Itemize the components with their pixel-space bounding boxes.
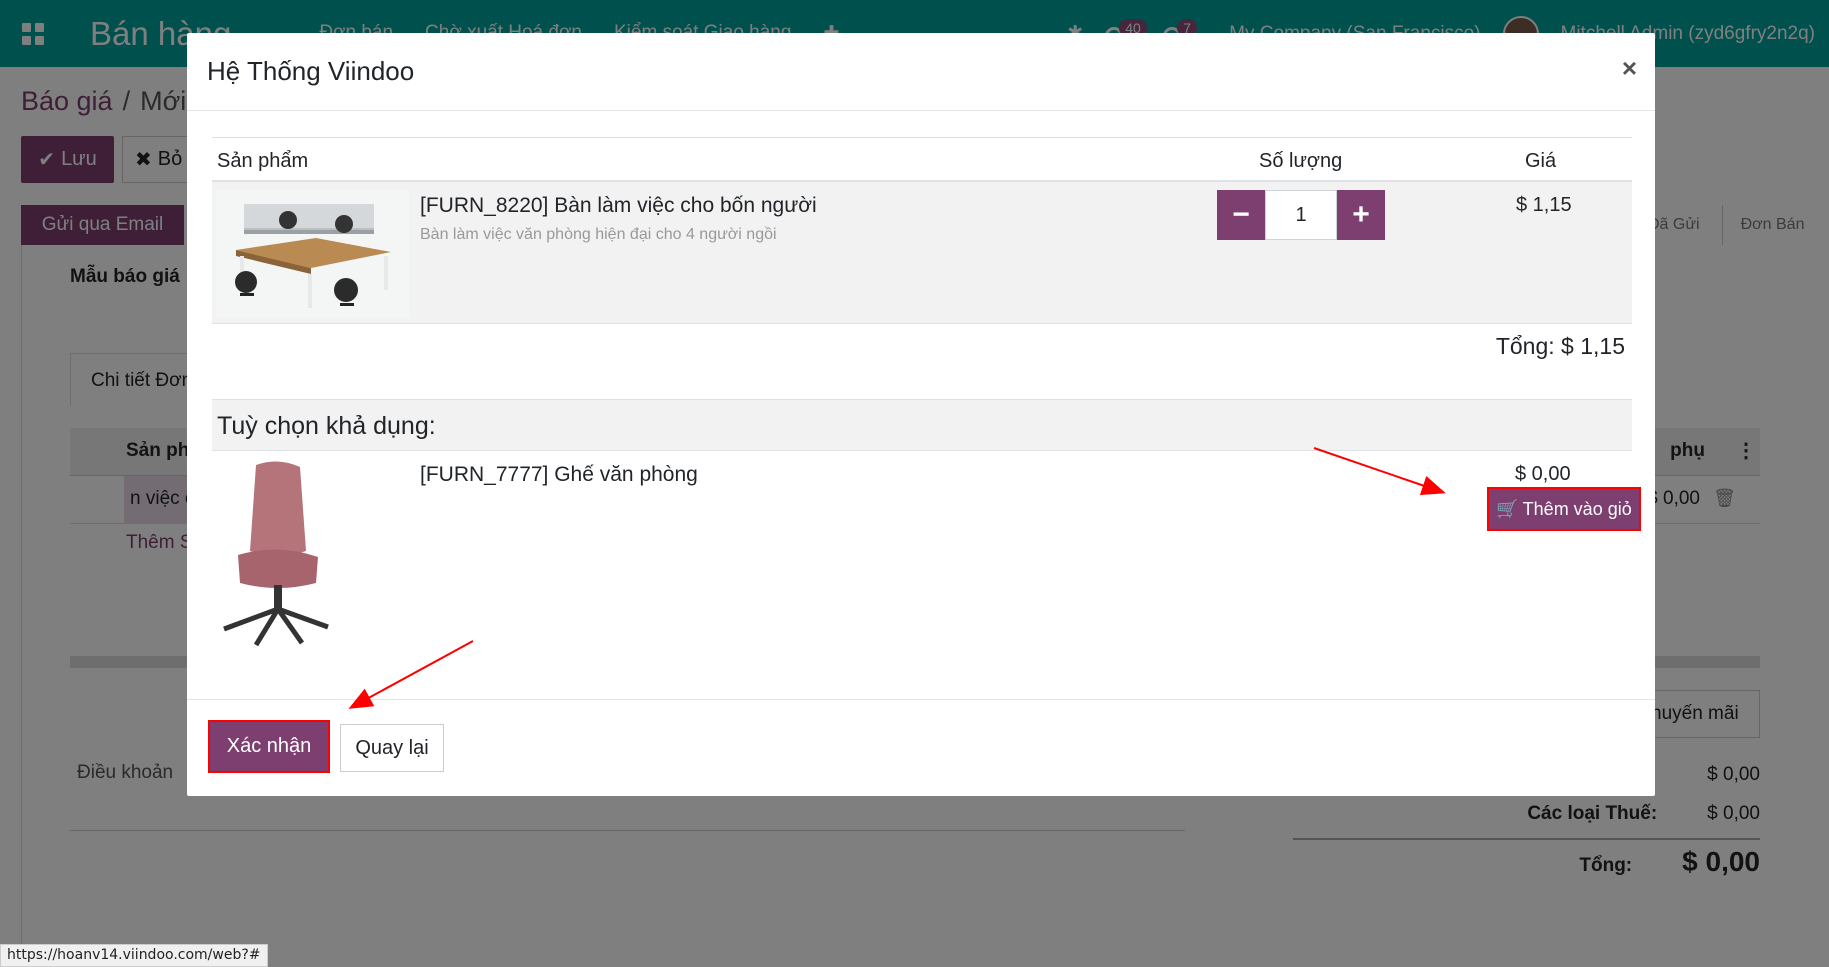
modal-title: Hệ Thống Viindoo (207, 56, 415, 86)
close-icon[interactable]: × (1622, 53, 1637, 84)
product-description: Bàn làm việc văn phòng hiện đại cho 4 ng… (420, 226, 777, 243)
plus-icon[interactable]: + (1337, 190, 1385, 240)
desk-image (216, 190, 409, 318)
add-to-cart-label: Thêm vào giỏ (1522, 498, 1632, 519)
quantity-stepper: − 1 + (1217, 190, 1385, 240)
cart-icon: 🛒 (1496, 498, 1519, 519)
optional-product-row: [FURN_7777] Ghế văn phòng $ 0,00 🛒 Thêm … (212, 451, 1641, 651)
option-name: [FURN_7777] Ghế văn phòng (420, 463, 698, 486)
col-quantity: Số lượng (1259, 150, 1343, 172)
configurator-total: Tổng: $ 1,15 (1495, 333, 1625, 359)
add-to-cart-button[interactable]: 🛒 Thêm vào giỏ (1487, 487, 1641, 531)
confirm-button[interactable]: Xác nhận (208, 720, 330, 773)
product-table-header: Sản phẩm Số lượng Giá (212, 137, 1632, 182)
product-configurator-dialog: Hệ Thống Viindoo × Sản phẩm Số lượng Giá (187, 33, 1655, 796)
main-product-row: [FURN_8220] Bàn làm việc cho bốn người B… (212, 182, 1632, 324)
chair-image (216, 459, 341, 647)
modal-header: Hệ Thống Viindoo × (187, 33, 1655, 111)
back-button[interactable]: Quay lại (340, 724, 444, 772)
minus-icon[interactable]: − (1217, 190, 1265, 240)
optional-products-header: Tuỳ chọn khả dụng: (212, 399, 1632, 451)
product-name: [FURN_8220] Bàn làm việc cho bốn người (420, 194, 817, 217)
modal-footer: Xác nhận Quay lại (187, 699, 1655, 796)
optional-products-title: Tuỳ chọn khả dụng: (217, 412, 436, 440)
col-price: Giá (1525, 150, 1557, 172)
status-url: https://hoanv14.viindoo.com/web?# (0, 944, 268, 967)
option-price: $ 0,00 (1515, 463, 1571, 485)
quantity-input[interactable]: 1 (1265, 190, 1337, 240)
col-product: Sản phẩm (217, 150, 309, 172)
product-price: $ 1,15 (1516, 194, 1572, 216)
